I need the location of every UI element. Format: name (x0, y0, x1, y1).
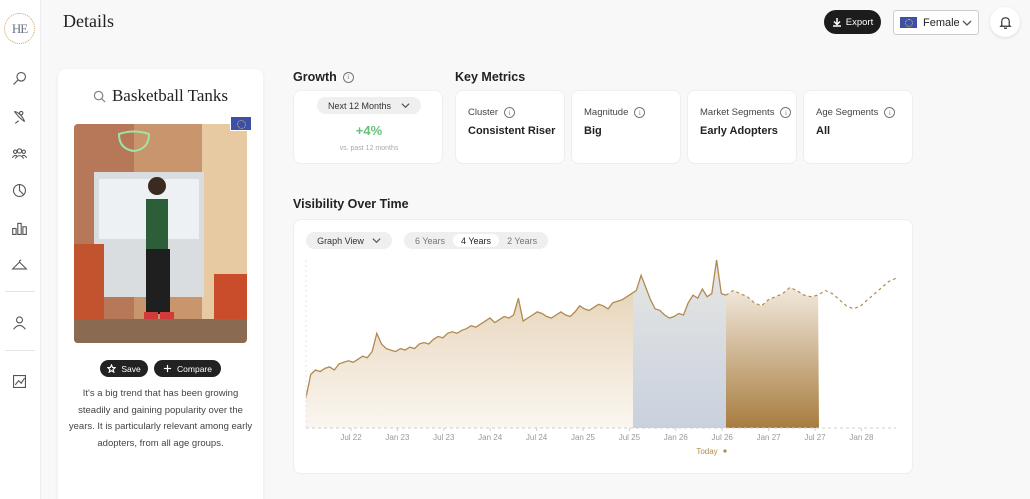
range-option-4-years[interactable]: 4 Years (453, 234, 500, 247)
metric-value: Early Adopters (700, 125, 778, 137)
notifications-button[interactable] (990, 7, 1020, 37)
x-tick-label: Jan 28 (849, 433, 874, 442)
export-label: Export (845, 16, 874, 28)
today-label: Today (696, 447, 717, 456)
past-forecast-area (633, 260, 726, 428)
graph-view-label: Graph View (317, 235, 364, 246)
x-tick-label: Jan 27 (757, 433, 782, 442)
info-icon[interactable]: i (504, 107, 516, 118)
trend-title: Basketball Tanks (111, 86, 229, 105)
bell-icon (998, 16, 1012, 29)
download-icon (832, 18, 841, 27)
future-forecast-area (726, 287, 819, 428)
chevron-down-icon (962, 20, 972, 26)
metric-label: Cluster (468, 107, 499, 118)
sidebar: HE (0, 0, 41, 499)
graph-view-select[interactable]: Graph View (306, 232, 392, 249)
pie-chart-icon[interactable] (9, 180, 29, 200)
metric-label: Market Segments (700, 107, 775, 118)
range-option-2-years[interactable]: 2 Years (499, 234, 545, 247)
growth-heading: Growth i (293, 70, 354, 84)
metric-card-magnitude: Magnitude i Big (571, 90, 681, 164)
save-label: Save (121, 363, 141, 374)
metric-label: Magnitude (584, 107, 629, 118)
audience-icon[interactable] (9, 143, 29, 163)
growth-subtitle: vs. past 12 months (339, 145, 399, 152)
x-tick-label: Jul 26 (712, 433, 734, 442)
metric-value: All (816, 125, 831, 137)
x-tick-label: Jul 22 (340, 433, 362, 442)
save-button[interactable]: Save (100, 360, 148, 377)
chevron-down-icon (401, 103, 410, 109)
metric-label-row: Age Segments i (816, 107, 912, 118)
gender-value: Female (923, 16, 960, 29)
trend-card: Basketball Tanks Save Compare It's a big… (58, 69, 263, 499)
x-tick-label: Jul 23 (433, 433, 455, 442)
export-button[interactable]: Export (824, 10, 881, 34)
satellite-icon[interactable] (9, 106, 29, 126)
growth-value: +4% (355, 123, 383, 138)
metric-value: Consistent Riser (468, 125, 556, 137)
trend-title-row: Basketball Tanks (58, 86, 263, 106)
page-title: Details (63, 11, 114, 31)
x-tick-label: Jul 25 (619, 433, 641, 442)
metric-label-row: Cluster i (468, 107, 564, 118)
metric-label-row: Magnitude i (584, 107, 680, 118)
visibility-title: Visibility Over Time (293, 197, 409, 211)
info-icon[interactable]: i (884, 107, 896, 118)
x-tick-label: Jan 25 (571, 433, 596, 442)
metric-card-cluster: Cluster i Consistent Riser (455, 90, 565, 164)
eu-flag-icon (900, 17, 917, 28)
period-value: Next 12 Months (327, 100, 392, 111)
period-select[interactable]: Next 12 Months (317, 97, 421, 114)
visibility-chart-card: Jul 22 Jan 23 Jul 23 Jan 24 Jul 24 Jan 25 Jul … (293, 219, 913, 474)
trend-photo (74, 124, 247, 343)
compare-label: Compare (177, 363, 212, 374)
info-icon[interactable]: i (342, 71, 354, 83)
metric-label-row: Market Segments i (700, 107, 796, 118)
range-option-6-years[interactable]: 6 Years (407, 234, 453, 247)
compare-button[interactable]: Compare (154, 360, 221, 377)
visibility-heading: Visibility Over Time (293, 197, 409, 211)
chevron-down-icon (372, 238, 381, 244)
bar-chart-icon[interactable] (9, 218, 29, 238)
metric-label: Age Segments (816, 107, 879, 118)
report-icon[interactable] (9, 371, 29, 391)
growth-card: Next 12 Months +4% vs. past 12 months (293, 90, 443, 164)
star-icon (107, 364, 117, 373)
nav-divider (5, 350, 35, 351)
metric-card-age-segments: Age Segments i All (803, 90, 913, 164)
eu-flag-icon (230, 116, 252, 131)
user-icon[interactable] (9, 312, 29, 332)
metric-value: Big (584, 125, 602, 137)
info-icon[interactable]: i (634, 107, 646, 118)
hanger-icon[interactable] (9, 255, 29, 275)
info-icon[interactable]: i (780, 107, 792, 118)
trend-description: It's a big trend that has been growing s… (68, 388, 253, 449)
x-tick-label: Jan 24 (478, 433, 503, 442)
x-tick-label: Jul 24 (526, 433, 548, 442)
range-toggle: 6 Years 4 Years 2 Years (404, 232, 549, 249)
nav-divider (5, 291, 35, 292)
x-tick-label: Jan 26 (664, 433, 689, 442)
growth-title: Growth (293, 70, 337, 84)
x-tick-label: Jan 23 (385, 433, 410, 442)
visibility-chart: Jul 22 Jan 23 Jul 23 Jan 24 Jul 24 Jan 25 Jul … (305, 259, 897, 456)
key-metrics-heading: Key Metrics (455, 70, 525, 84)
today-marker (723, 449, 727, 453)
search-icon (93, 90, 106, 103)
x-tick-label: Jul 27 (804, 433, 826, 442)
app-logo[interactable]: HE (4, 13, 35, 44)
metric-card-market-segments: Market Segments i Early Adopters (687, 90, 797, 164)
plus-icon (163, 364, 172, 373)
key-metrics-title: Key Metrics (455, 70, 526, 84)
search-icon[interactable] (9, 68, 29, 88)
gender-select[interactable]: Female (893, 10, 979, 35)
